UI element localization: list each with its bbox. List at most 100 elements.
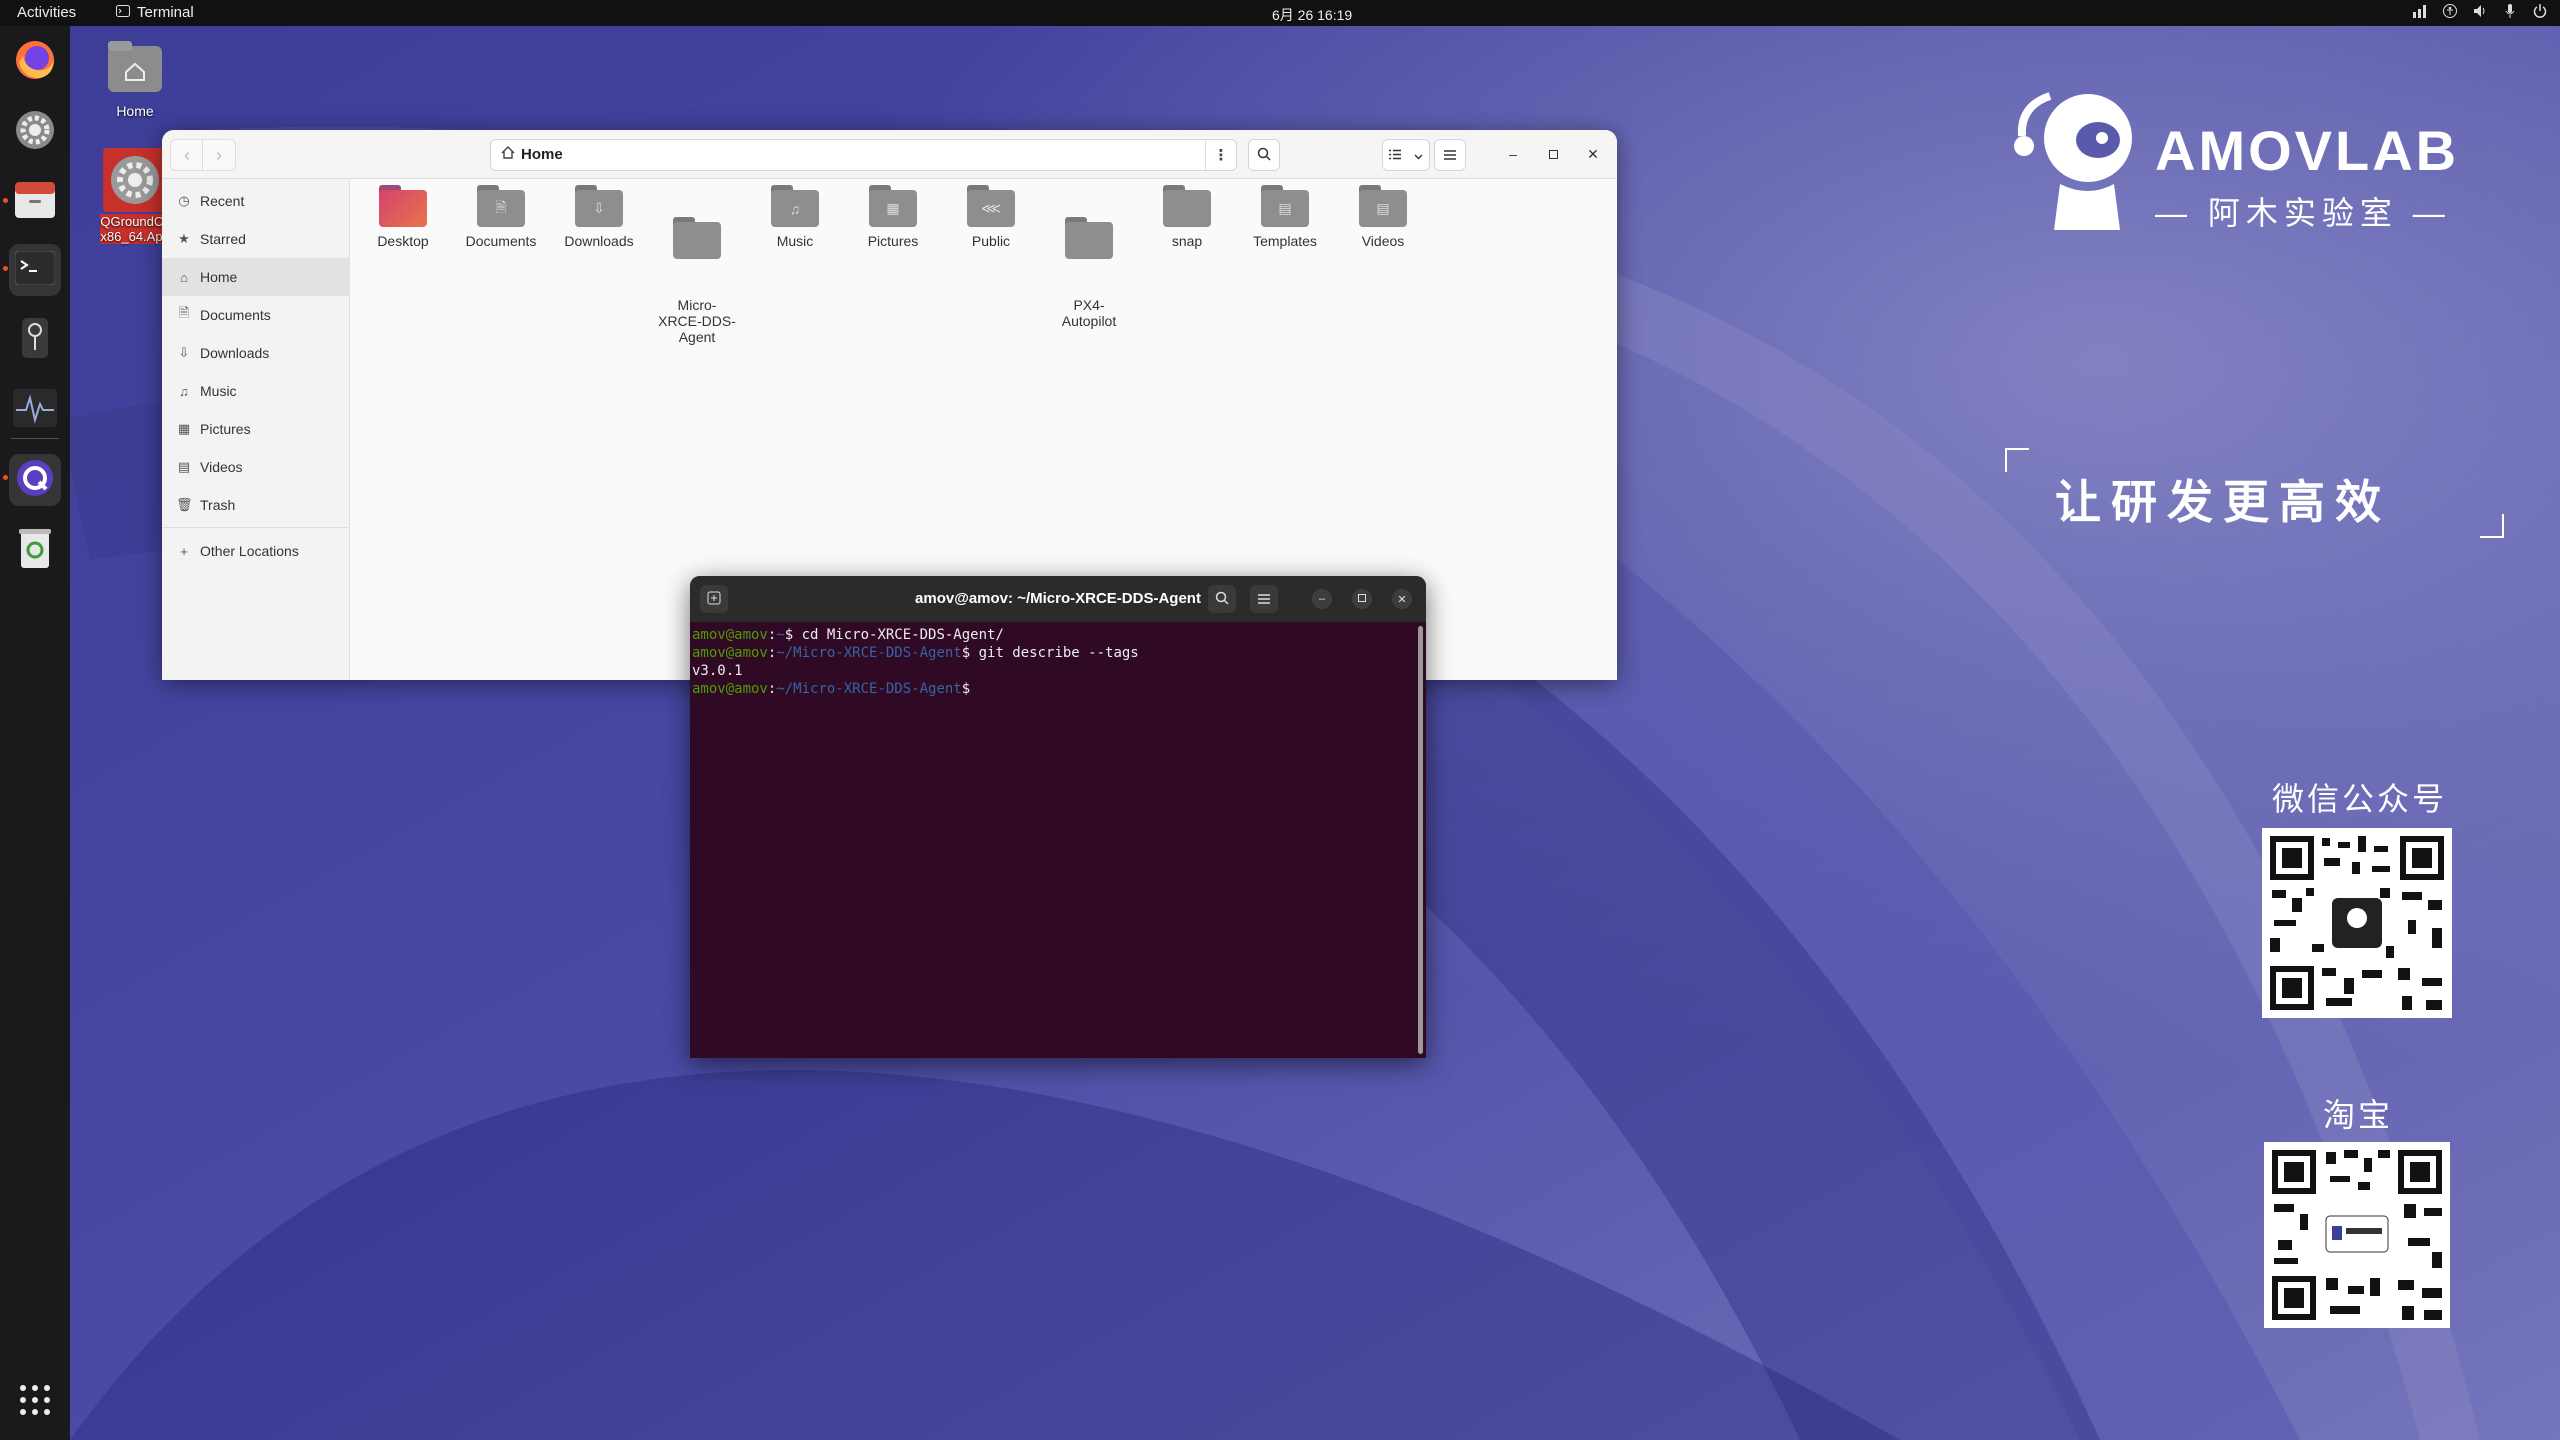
videos-folder-icon: ▤ [1359, 185, 1407, 227]
folder-videos[interactable]: ▤ Videos [1341, 185, 1425, 249]
terminal-output-line: v3.0.1 [692, 663, 743, 679]
path-bar[interactable]: Home ⋮ [490, 139, 1237, 171]
public-folder-icon: ⋘ [967, 185, 1015, 227]
trash-launcher[interactable] [9, 524, 61, 576]
terminal-close-button[interactable]: ✕ [1392, 589, 1412, 609]
folder-label: snap [1171, 233, 1203, 249]
star-icon: ★ [178, 231, 190, 246]
folder-label: Downloads [564, 233, 634, 249]
app-menu[interactable]: Terminal [116, 4, 194, 21]
sidebar-item-label: Home [200, 269, 238, 285]
folder-micro-xrce-dds-agent[interactable]: Micro- XRCE-DDS- Agent [655, 185, 739, 377]
path-label: Home [521, 146, 563, 163]
new-tab-icon [707, 591, 721, 608]
firefox-launcher[interactable] [9, 36, 61, 88]
folder-public[interactable]: ⋘ Public [949, 185, 1033, 249]
running-indicator [3, 198, 8, 203]
folder-documents[interactable]: 🗎 Documents [459, 185, 543, 249]
terminal-scrollbar[interactable] [1418, 626, 1423, 1054]
microphone-icon [2502, 3, 2518, 23]
command-text: git describe --tags [978, 645, 1139, 661]
folder-snap[interactable]: snap [1145, 185, 1229, 249]
slogan: 让研发更高效 [2055, 476, 2391, 528]
places-sidebar: ◷ Recent ★ Starred ⌂ Home 🗎 Documents ⇩ Downl… [162, 179, 350, 680]
desktop-icon-home[interactable]: Home [100, 38, 170, 119]
sidebar-item-downloads[interactable]: ⇩ Downloads [162, 334, 349, 372]
forward-button[interactable]: › [202, 139, 236, 171]
hamburger-icon [1258, 592, 1270, 607]
show-apps-button[interactable] [9, 1376, 61, 1428]
gear-icon [103, 148, 167, 212]
terminal-launcher[interactable] [9, 244, 61, 296]
terminal-search-button[interactable] [1208, 585, 1236, 613]
sidebar-item-label: Downloads [200, 345, 270, 361]
sidebar-item-label: Other Locations [200, 543, 299, 559]
sidebar-item-starred[interactable]: ★ Starred [162, 220, 349, 258]
path-home[interactable]: Home [501, 146, 563, 163]
trash-icon: 🗑 [176, 497, 193, 512]
qr-code-icon [2272, 1150, 2442, 1320]
sidebar-item-home[interactable]: ⌂ Home [162, 258, 349, 296]
sidebar-item-pictures[interactable]: ▦ Pictures [162, 410, 349, 448]
folder-label: Pictures [867, 233, 919, 249]
path-menu-button[interactable]: ⋮ [1205, 140, 1236, 170]
rviz-launcher[interactable] [9, 314, 61, 366]
desktop-icon-label: Home [116, 103, 154, 119]
folder-downloads[interactable]: ⇩ Downloads [557, 185, 641, 249]
terminal-minimize-button[interactable]: – [1312, 589, 1332, 609]
sidebar-item-other-locations[interactable]: + Other Locations [162, 532, 349, 570]
back-button[interactable]: ‹ [170, 139, 204, 171]
sidebar-separator [162, 527, 349, 528]
settings-launcher[interactable] [9, 106, 61, 158]
top-bar: Activities Terminal 6月 26 16:19 [0, 0, 2560, 26]
qgroundcontrol-launcher[interactable] [9, 454, 61, 506]
document-icon: 🗎 [178, 305, 190, 320]
maximize-button[interactable] [1542, 143, 1564, 165]
sidebar-item-label: Trash [200, 497, 236, 513]
folder-templates[interactable]: ▤ Templates [1243, 185, 1327, 249]
sidebar-item-recent[interactable]: ◷ Recent [162, 182, 349, 220]
home-folder-icon [106, 41, 164, 99]
close-button[interactable]: ✕ [1582, 143, 1604, 165]
sidebar-item-videos[interactable]: ▤ Videos [162, 448, 349, 486]
terminal-maximize-button[interactable] [1352, 589, 1372, 609]
new-tab-button[interactable] [700, 585, 728, 613]
search-icon [1257, 147, 1271, 164]
sidebar-item-music[interactable]: ♫ Music [162, 372, 349, 410]
folder-icon [673, 217, 721, 259]
search-button[interactable] [1248, 139, 1280, 171]
sidebar-item-trash[interactable]: 🗑 Trash [162, 486, 349, 524]
hamburger-icon [1444, 147, 1456, 163]
folder-px4-autopilot[interactable]: PX4- Autopilot [1047, 185, 1131, 361]
system-tray[interactable] [2412, 3, 2548, 23]
clock[interactable]: 6月 26 16:19 [1272, 5, 1352, 25]
activity-icon [12, 388, 58, 433]
picture-icon: ▦ [177, 421, 191, 436]
terminal-output[interactable]: amov@amov:~$ cd Micro-XRCE-DDS-Agent/amo… [692, 626, 1416, 698]
view-toggle[interactable] [1382, 139, 1430, 171]
terminal-line: amov@amov:~$ cd Micro-XRCE-DDS-Agent/ [692, 627, 1004, 643]
system-monitor-launcher[interactable] [9, 384, 61, 436]
plus-icon: + [180, 543, 188, 559]
sidebar-item-label: Pictures [200, 421, 251, 437]
folder-music[interactable]: ♫ Music [753, 185, 837, 249]
main-menu-button[interactable] [1434, 139, 1466, 171]
folder-label: Documents [465, 233, 537, 249]
chevron-right-icon: › [216, 144, 222, 165]
accessibility-icon [2442, 3, 2458, 23]
sidebar-item-documents[interactable]: 🗎 Documents [162, 296, 349, 334]
folder-pictures[interactable]: ▦ Pictures [851, 185, 935, 249]
downloads-folder-icon: ⇩ [575, 185, 623, 227]
folder-desktop[interactable]: Desktop [361, 185, 445, 249]
terminal-menu-button[interactable] [1250, 585, 1278, 613]
activities-button[interactable]: Activities [17, 4, 76, 21]
terminal-icon [116, 4, 130, 21]
qr-code-icon [2270, 836, 2444, 1010]
wechat-label: 微信公众号 [2272, 781, 2448, 817]
prompt-dir: ~ [776, 627, 785, 643]
folder-label: Music [776, 233, 814, 249]
files-launcher[interactable] [9, 176, 61, 228]
minimize-button[interactable]: – [1502, 143, 1524, 165]
terminal-window[interactable]: amov@amov: ~/Micro-XRCE-DDS-Agent – ✕ am… [690, 576, 1426, 1058]
music-note-icon: ♫ [179, 383, 189, 399]
